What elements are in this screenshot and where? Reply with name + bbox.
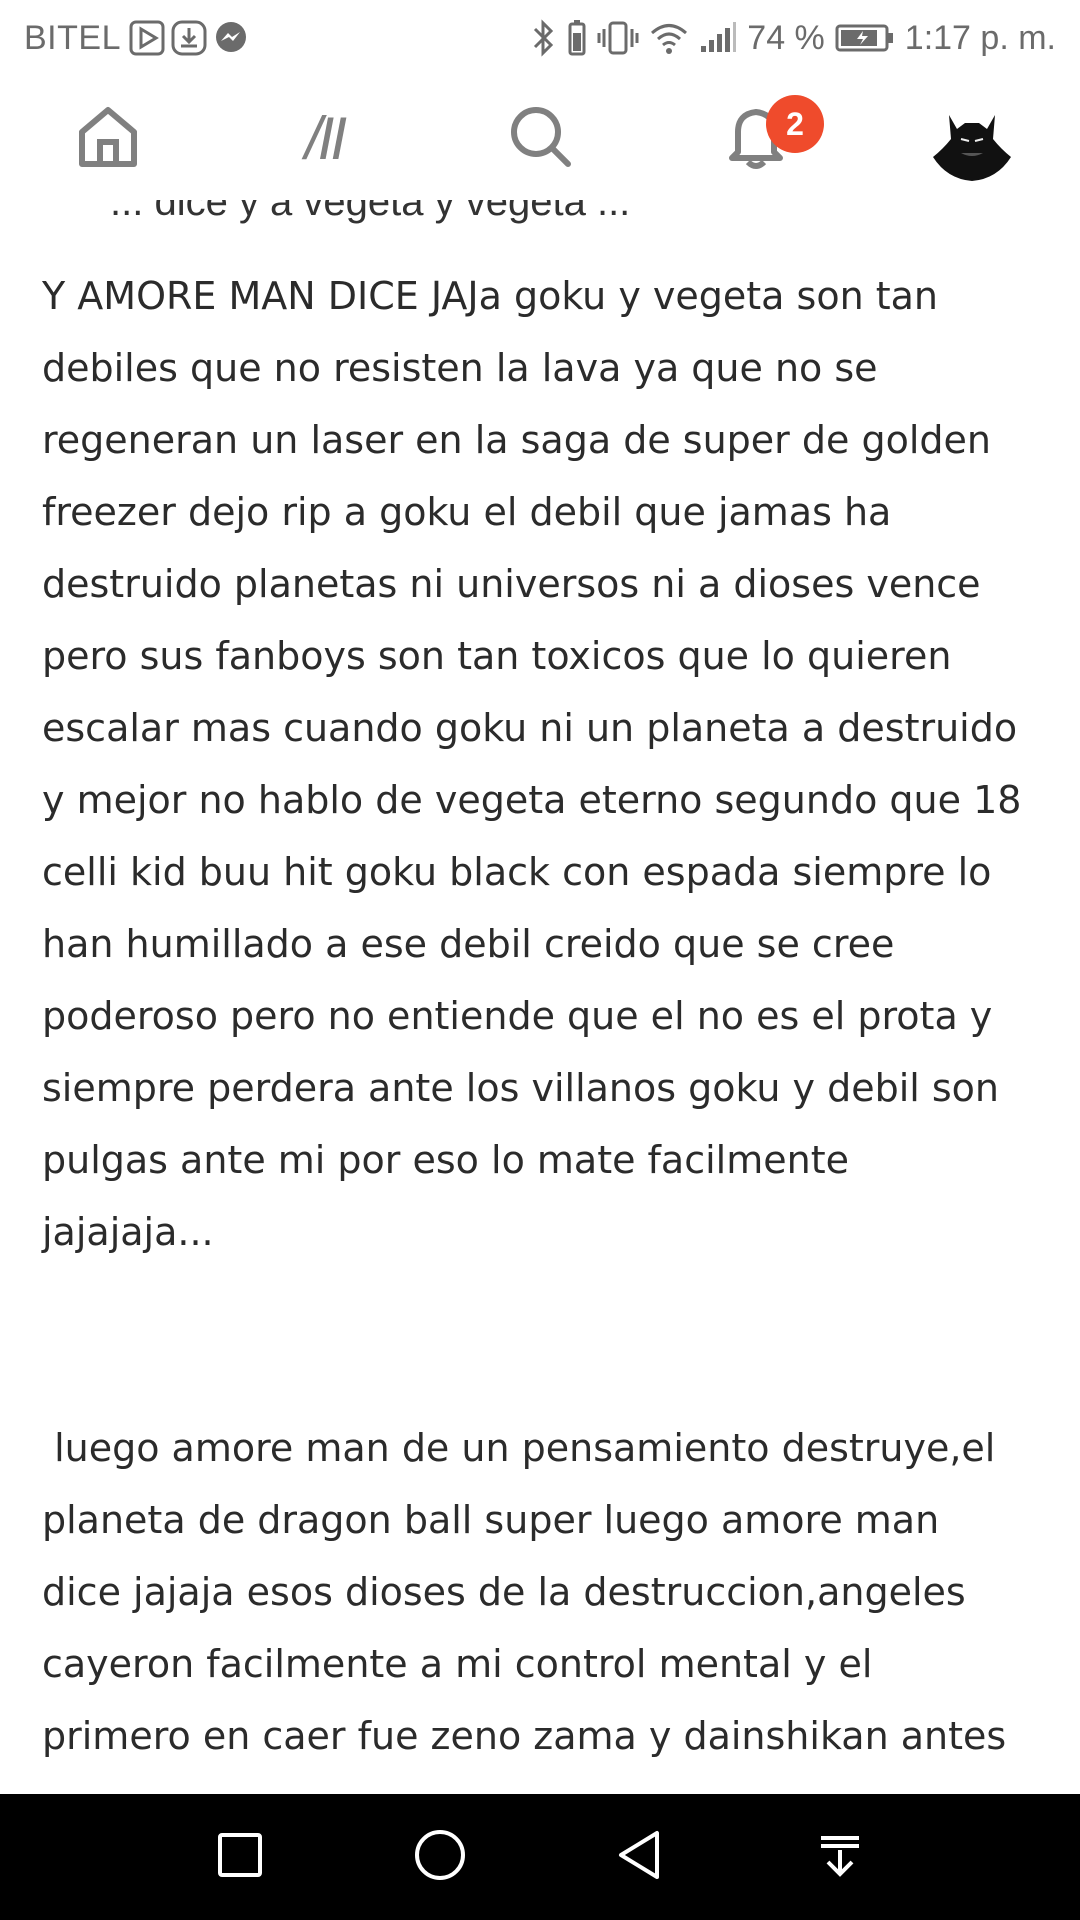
text-line: han humillado a ese debil creido que se … xyxy=(42,922,895,966)
clipped-text-line: ... dice y a vegeta y vegeta ... xyxy=(110,200,631,224)
text-line: primero en caer fue zeno zama y dainshik… xyxy=(42,1714,1007,1758)
screen: BITEL 74 % 1:17 p. m. /II 2 ... dice y a… xyxy=(0,0,1080,1920)
notifications-pull-button[interactable] xyxy=(795,1812,885,1902)
nav-search[interactable] xyxy=(480,83,600,193)
text-line: siempre perdera ante los villanos goku y… xyxy=(42,1066,1000,1110)
wifi-icon xyxy=(649,21,689,55)
nav-home[interactable] xyxy=(48,83,168,193)
text-line: destruido planetas ni universos ni a dio… xyxy=(42,562,981,606)
status-bar: BITEL 74 % 1:17 p. m. xyxy=(0,0,1080,76)
messenger-icon xyxy=(213,20,249,56)
nav-profile[interactable] xyxy=(912,83,1032,193)
text-line: pero sus fanboys son tan toxicos que lo … xyxy=(42,634,952,678)
paragraph-2: luego amore man de un pensamiento destru… xyxy=(42,1412,1042,1772)
text-line: regeneran un laser en la saga de super d… xyxy=(42,418,991,462)
vibrate-icon xyxy=(597,19,639,57)
signal-icon xyxy=(699,22,737,54)
bluetooth-icon xyxy=(531,19,557,57)
system-navigation-bar xyxy=(0,1794,1080,1920)
text-line: debiles que no resisten la lava ya que n… xyxy=(42,346,878,390)
battery-small-icon xyxy=(567,19,587,57)
carrier-label: BITEL xyxy=(24,18,121,57)
square-icon xyxy=(215,1830,265,1885)
nav-stories[interactable]: /II xyxy=(264,83,384,193)
back-button[interactable] xyxy=(595,1812,685,1902)
notification-badge: 2 xyxy=(766,95,824,153)
article-content[interactable]: ... dice y a vegeta y vegeta ... Y AMORE… xyxy=(0,200,1080,1794)
stories-icon: /II xyxy=(304,104,347,172)
text-line: Y AMORE MAN DICE JAJa goku y vegeta son … xyxy=(42,274,939,318)
text-line: pulgas ante mi por eso lo mate facilment… xyxy=(42,1138,849,1182)
text-line: planeta de dragon ball super luego amore… xyxy=(42,1498,940,1542)
text-line: escalar mas cuando goku ni un planeta a … xyxy=(42,706,1018,750)
text-line: poderoso pero no entiende que el no es e… xyxy=(42,994,993,1038)
text-line: luego amore man de un pensamiento destru… xyxy=(42,1426,996,1470)
home-button[interactable] xyxy=(395,1812,485,1902)
top-navigation: /II 2 xyxy=(0,76,1080,200)
text-line: dice jajaja esos dioses de la destruccio… xyxy=(42,1570,966,1614)
back-triangle-icon xyxy=(615,1827,665,1888)
pull-down-icon xyxy=(815,1830,865,1885)
text-line: jajajaja... xyxy=(42,1210,214,1254)
avatar xyxy=(927,93,1017,183)
home-icon xyxy=(72,100,144,177)
text-line: celli kid buu hit goku black con espada … xyxy=(42,850,992,894)
clock: 1:17 p. m. xyxy=(904,18,1056,57)
search-icon xyxy=(504,100,576,177)
text-line: cayeron facilmente a mi control mental y… xyxy=(42,1642,873,1686)
recents-button[interactable] xyxy=(195,1812,285,1902)
battery-icon xyxy=(835,23,895,53)
text-line: y mejor no hablo de vegeta eterno segund… xyxy=(42,778,1022,822)
download-icon xyxy=(171,20,207,56)
circle-icon xyxy=(412,1827,468,1888)
paragraph-1: Y AMORE MAN DICE JAJa goku y vegeta son … xyxy=(42,260,1042,1268)
nav-notifications[interactable]: 2 xyxy=(696,83,824,193)
text-line: freezer dejo rip a goku el debil que jam… xyxy=(42,490,892,534)
battery-percent: 74 % xyxy=(747,18,825,57)
play-store-icon xyxy=(129,20,165,56)
